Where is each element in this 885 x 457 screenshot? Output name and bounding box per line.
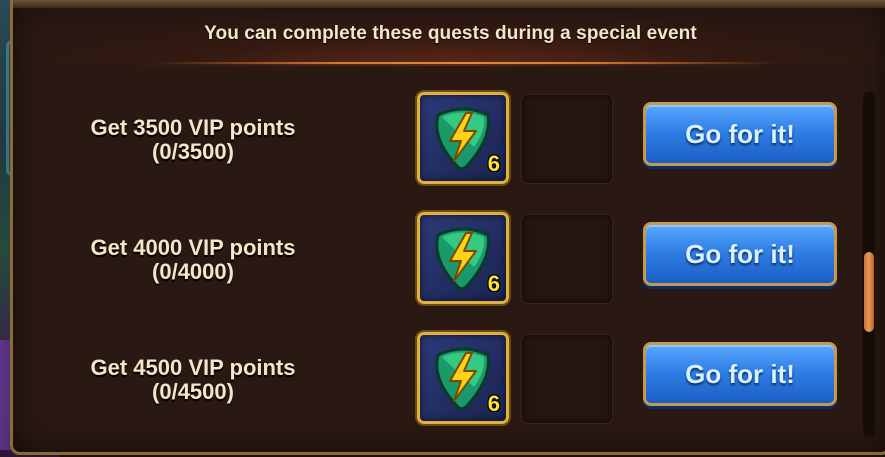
quest-title: Get 3500 VIP points xyxy=(90,115,296,140)
quest-row: Get 4000 VIP points (0/4000) 6 Go for it… xyxy=(13,212,863,312)
scrollbar-thumb[interactable] xyxy=(864,252,874,332)
reward-quantity: 6 xyxy=(487,391,500,416)
quest-title: Get 4000 VIP points xyxy=(90,235,296,260)
quest-label: Get 3500 VIP points (0/3500) xyxy=(73,116,313,164)
quest-progress: (0/4500) xyxy=(152,379,234,404)
empty-reward-slot xyxy=(521,334,613,424)
go-for-it-button[interactable]: Go for it! xyxy=(643,222,837,286)
quest-label: Get 4500 VIP points (0/4500) xyxy=(73,356,313,404)
go-for-it-button[interactable]: Go for it! xyxy=(643,342,837,406)
quest-progress: (0/3500) xyxy=(152,139,234,164)
quest-progress: (0/4000) xyxy=(152,259,234,284)
reward-item[interactable]: 6 xyxy=(417,332,509,424)
quest-label: Get 4000 VIP points (0/4000) xyxy=(73,236,313,284)
quest-title: Get 4500 VIP points xyxy=(90,355,296,380)
reward-item[interactable]: 6 xyxy=(417,212,509,304)
quest-row: Get 3500 VIP points (0/3500) 6 Go for it… xyxy=(13,92,863,192)
quest-list: Get 3500 VIP points (0/3500) 6 Go for it… xyxy=(13,0,885,452)
quest-list-scrollbar[interactable] xyxy=(863,92,875,437)
reward-quantity: 6 xyxy=(487,271,500,296)
reward-item[interactable]: 6 xyxy=(417,92,509,184)
reward-quantity: 6 xyxy=(487,151,500,176)
quest-row: Get 4500 VIP points (0/4500) 6 Go for it… xyxy=(13,332,863,432)
quest-panel: You can complete these quests during a s… xyxy=(10,0,885,455)
empty-reward-slot xyxy=(521,94,613,184)
empty-reward-slot xyxy=(521,214,613,304)
go-for-it-button[interactable]: Go for it! xyxy=(643,102,837,166)
